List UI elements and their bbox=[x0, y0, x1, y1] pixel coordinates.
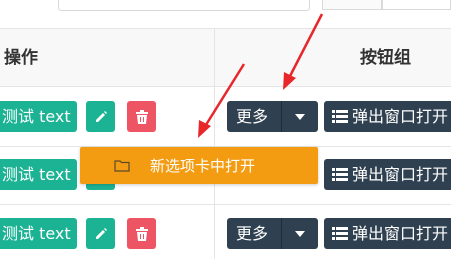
column-header-operation: 操作 bbox=[4, 48, 38, 68]
popup-button-label: 弹出窗口打开 bbox=[352, 165, 449, 184]
column-divider bbox=[214, 28, 215, 259]
more-dropdown-button[interactable]: 更多 bbox=[227, 101, 318, 132]
test-text-button[interactable]: 测试 text bbox=[0, 159, 77, 190]
popup-button-label: 弹出窗口打开 bbox=[352, 224, 449, 243]
edit-button[interactable] bbox=[86, 218, 115, 249]
delete-button[interactable] bbox=[127, 101, 156, 132]
search-input[interactable] bbox=[58, 0, 310, 11]
popup-window-button[interactable]: 弹出窗口打开 bbox=[324, 101, 451, 132]
column-header-button-group: 按钮组 bbox=[360, 48, 411, 68]
more-button-label: 更多 bbox=[236, 107, 269, 126]
more-dropdown-button[interactable]: 更多 bbox=[227, 218, 318, 249]
popup-window-button[interactable]: 弹出窗口打开 bbox=[324, 159, 451, 190]
test-text-button[interactable]: 测试 text bbox=[0, 218, 77, 249]
caret-down-icon bbox=[295, 230, 305, 237]
dropdown-menu: 新选项卡中打开 bbox=[80, 147, 318, 184]
toolbar-button[interactable] bbox=[322, 0, 382, 10]
delete-button[interactable] bbox=[127, 218, 156, 249]
list-icon bbox=[332, 227, 348, 240]
popup-button-label: 弹出窗口打开 bbox=[352, 107, 449, 126]
edit-button[interactable] bbox=[86, 101, 115, 132]
toolbar-button-secondary[interactable] bbox=[382, 0, 451, 10]
dropdown-item-open-new-tab[interactable]: 新选项卡中打开 bbox=[80, 147, 318, 184]
list-icon bbox=[332, 110, 348, 123]
table-header: 操作 按钮组 bbox=[0, 28, 451, 87]
dropdown-item-label: 新选项卡中打开 bbox=[150, 157, 256, 175]
more-button-label: 更多 bbox=[236, 224, 269, 243]
trash-icon bbox=[135, 226, 148, 241]
list-icon bbox=[332, 168, 348, 181]
trash-icon bbox=[135, 109, 148, 124]
caret-down-icon bbox=[295, 113, 305, 120]
test-text-button[interactable]: 测试 text bbox=[0, 101, 77, 132]
dropdown-toggle[interactable] bbox=[281, 101, 318, 132]
pencil-icon bbox=[95, 227, 107, 239]
dropdown-toggle[interactable] bbox=[281, 218, 318, 249]
row-divider bbox=[0, 204, 451, 205]
folder-icon bbox=[114, 159, 130, 172]
pencil-icon bbox=[95, 110, 107, 122]
popup-window-button[interactable]: 弹出窗口打开 bbox=[324, 218, 451, 249]
